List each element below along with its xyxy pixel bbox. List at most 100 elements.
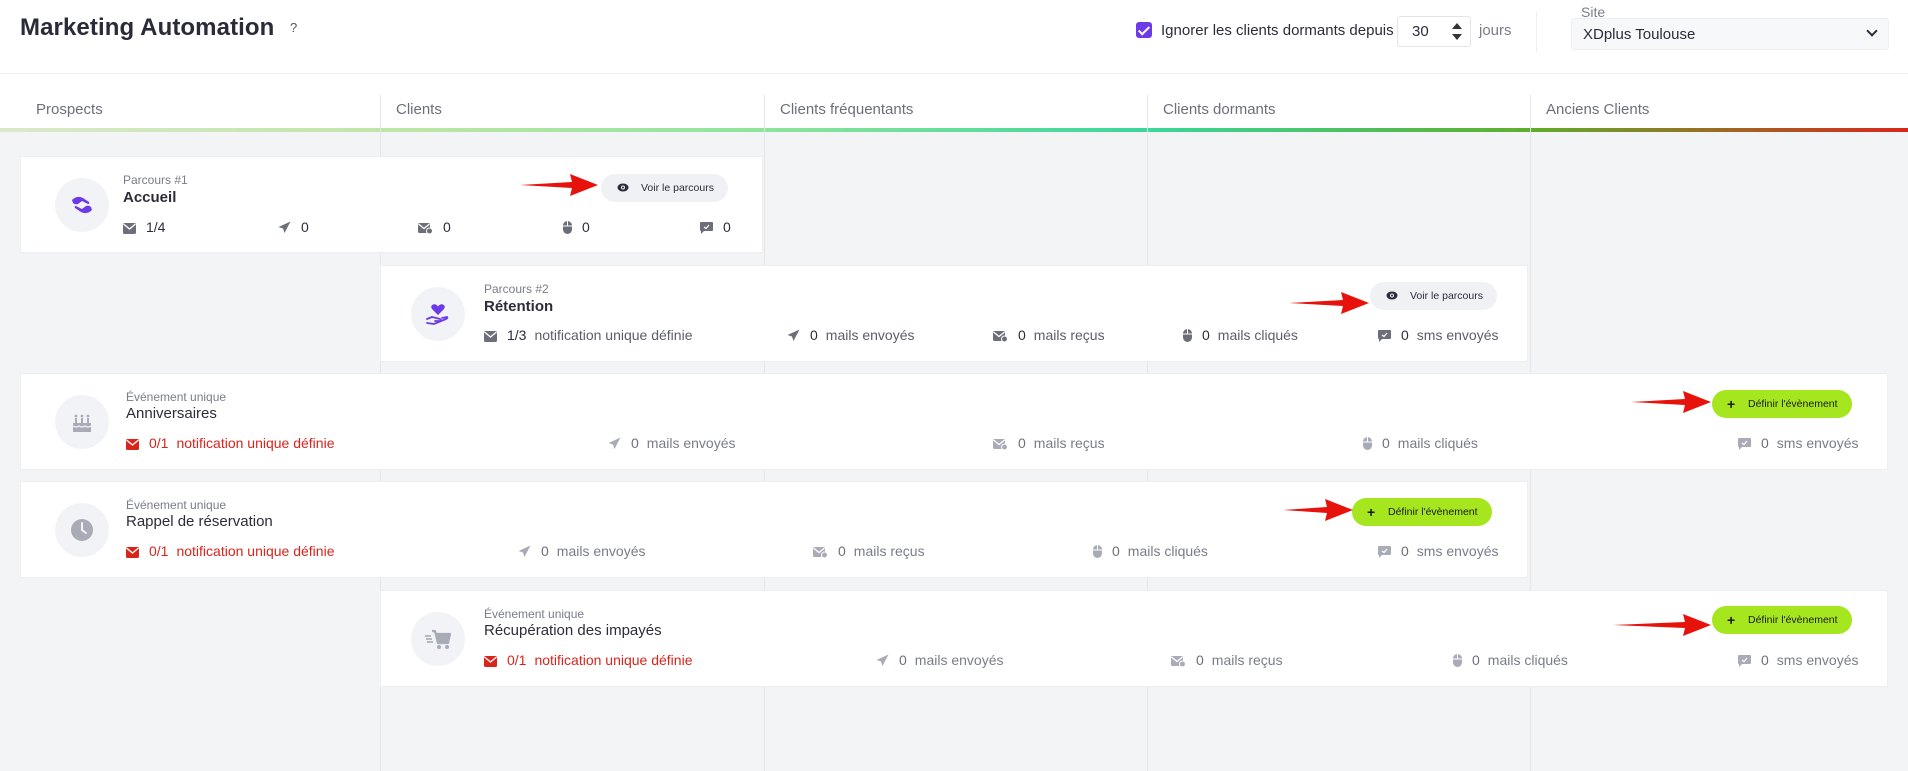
stat-text: mails cliqués (1127, 543, 1208, 559)
column-color-bar (1530, 128, 1908, 132)
ignore-dormant-label[interactable]: Ignorer les clients dormants depuis (1161, 22, 1394, 39)
stat-text: notification unique définie (176, 543, 335, 559)
header-divider (1536, 12, 1537, 52)
days-value: 30 (1412, 23, 1429, 40)
column-label: Clients dormants (1163, 101, 1276, 118)
stat-number: 0 (301, 219, 309, 235)
define-event-button[interactable]: + Définir l'évènement (1712, 390, 1852, 418)
stat-text: mails cliqués (1217, 327, 1298, 343)
annotation-arrow-icon (1631, 391, 1711, 413)
stat-number: 1/4 (146, 219, 166, 235)
card-title: Anniversaires (126, 405, 217, 422)
mouse-icon (1453, 654, 1462, 667)
paper-plane-icon (876, 654, 889, 666)
site-select-value: XDplus Toulouse (1583, 26, 1696, 43)
eye-icon (617, 183, 629, 192)
define-event-button[interactable]: + Définir l'évènement (1712, 606, 1852, 634)
avatar (411, 612, 465, 666)
journey-card-accueil[interactable]: Parcours #1 Accueil Voir le parcours 1/4… (20, 156, 763, 253)
envelope-icon (484, 331, 497, 342)
envelope-check-icon (1171, 656, 1186, 667)
stat-number: 0 (899, 652, 907, 668)
stat-number: 0 (1401, 543, 1409, 559)
stat-sms-sent: 0 sms envoyés (1378, 543, 1499, 559)
stat-text: sms envoyés (1416, 543, 1499, 559)
stat-number: 0 (1112, 543, 1120, 559)
stat-sms-sent: 0 sms envoyés (1738, 652, 1859, 668)
define-event-button[interactable]: + Définir l'évènement (1352, 498, 1492, 526)
days-number-input[interactable]: 30 (1397, 16, 1471, 47)
mouse-icon (563, 221, 572, 234)
mouse-icon (1363, 437, 1372, 450)
column-prospects-edge (0, 95, 20, 132)
days-unit-label: jours (1479, 22, 1512, 39)
card-title: Accueil (123, 189, 177, 206)
annotation-arrow-icon (1613, 614, 1711, 636)
view-journey-button[interactable]: Voir le parcours (601, 174, 728, 202)
stat-notifications: 1/4 (123, 219, 173, 235)
stat-number: 1/3 (507, 327, 527, 343)
stat-notifications: 0/1 notification unique définie (126, 435, 334, 451)
stat-sms-sent: 0 (700, 219, 739, 235)
column-color-bar (380, 128, 764, 132)
stat-text: mails envoyés (825, 327, 915, 343)
spin-down-icon[interactable] (1452, 34, 1462, 40)
comment-icon (1738, 438, 1751, 450)
help-icon[interactable]: ? (290, 20, 297, 35)
envelope-check-icon (993, 331, 1008, 342)
stat-number: 0 (1382, 435, 1390, 451)
event-card-recuperation-impayes[interactable]: Événement unique Récupération des impayé… (380, 590, 1888, 687)
paper-plane-icon (787, 329, 800, 341)
mouse-icon (1183, 329, 1192, 342)
comment-icon (1378, 546, 1391, 558)
envelope-icon (484, 656, 497, 667)
handshake-icon (72, 196, 92, 214)
stat-number: 0 (1018, 435, 1026, 451)
define-event-label: Définir l'évènement (1388, 506, 1478, 518)
plus-icon: + (1727, 396, 1736, 412)
shopping-cart-fast-icon (425, 629, 452, 649)
event-card-rappel-reservation[interactable]: Événement unique Rappel de réservation +… (20, 481, 1528, 578)
envelope-check-icon (993, 439, 1008, 450)
stat-number: 0/1 (149, 543, 169, 559)
stat-number: 0 (1401, 327, 1409, 343)
stat-mails-sent: 0 mails envoyés (518, 543, 646, 559)
spin-up-icon[interactable] (1452, 23, 1462, 29)
column-color-bar (1147, 128, 1530, 132)
ignore-dormant-checkbox[interactable] (1136, 22, 1152, 38)
stat-number: 0 (1472, 652, 1480, 668)
card-title: Rétention (484, 298, 554, 315)
plus-icon: + (1727, 612, 1736, 628)
site-select[interactable]: XDplus Toulouse (1571, 18, 1889, 50)
stat-number: 0 (723, 219, 731, 235)
stat-notifications: 0/1 notification unique définie (126, 543, 334, 559)
define-event-label: Définir l'évènement (1748, 398, 1838, 410)
stat-number: 0 (1196, 652, 1204, 668)
heart-hand-icon (426, 304, 449, 325)
stat-number: 0 (582, 219, 590, 235)
stat-mails-sent: 0 (278, 219, 317, 235)
eye-icon (1386, 291, 1398, 300)
stat-mails-clicked: 0 mails cliqués (1363, 435, 1478, 451)
stat-number: 0 (631, 435, 639, 451)
stat-text: mails reçus (1033, 435, 1105, 451)
stat-number: 0/1 (507, 652, 527, 668)
stat-mails-received: 0 mails reçus (1171, 652, 1283, 668)
avatar (55, 178, 109, 232)
column-color-bar (20, 128, 380, 132)
avatar (55, 395, 109, 449)
column-frequent-clients: Clients fréquentants (764, 95, 1147, 132)
card-title: Récupération des impayés (484, 622, 662, 639)
stat-text: sms envoyés (1776, 435, 1859, 451)
stat-mails-sent: 0 mails envoyés (876, 652, 1004, 668)
stat-mails-clicked: 0 (563, 219, 598, 235)
stat-text: sms envoyés (1776, 652, 1859, 668)
column-label: Clients (396, 101, 442, 118)
stat-mails-sent: 0 mails envoyés (608, 435, 736, 451)
stat-text: notification unique définie (534, 327, 693, 343)
stat-number: 0 (1202, 327, 1210, 343)
view-journey-button[interactable]: Voir le parcours (1370, 282, 1497, 310)
stat-text: notification unique définie (176, 435, 335, 451)
event-card-anniversaires[interactable]: Événement unique Anniversaires + Définir… (20, 373, 1888, 470)
column-prospects: Prospects (20, 95, 380, 132)
